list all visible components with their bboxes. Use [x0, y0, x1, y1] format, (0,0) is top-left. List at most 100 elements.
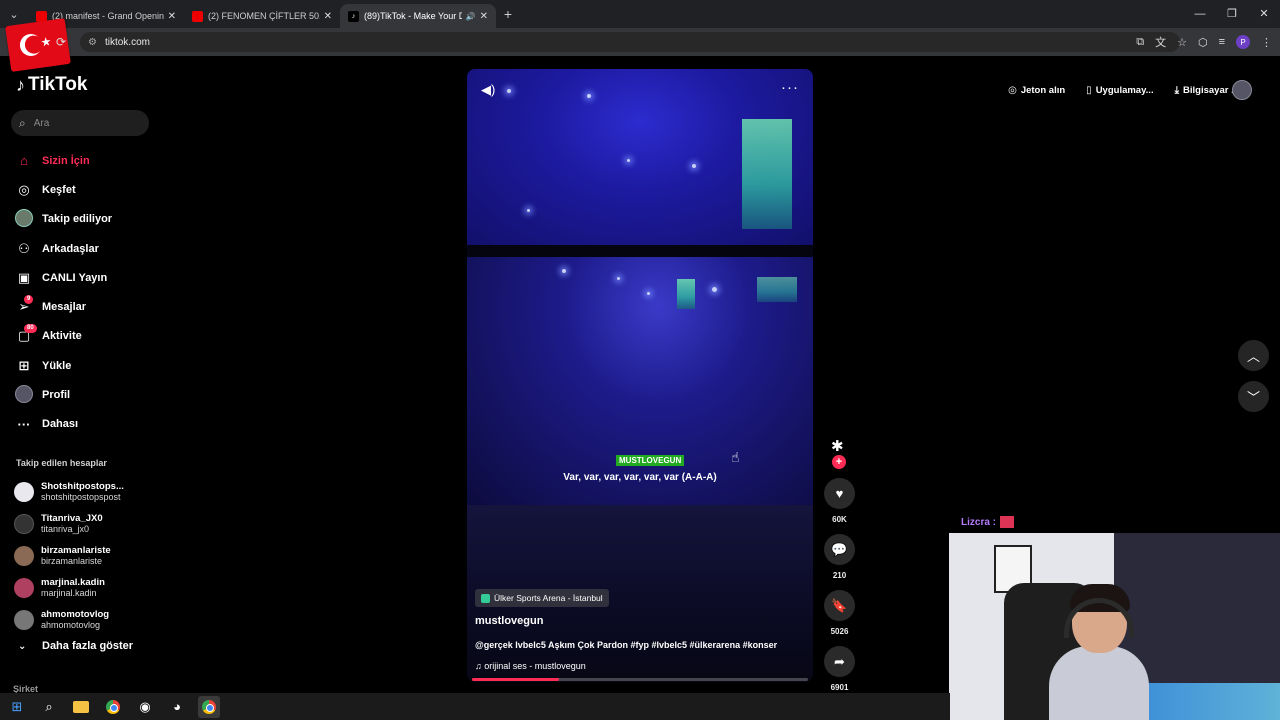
extensions-icon[interactable]: ⬡: [1198, 36, 1208, 49]
chrome-icon[interactable]: [102, 696, 124, 718]
sidebar-item-explore[interactable]: ◎ Keşfet: [14, 175, 112, 204]
video-progress-bar[interactable]: [472, 678, 808, 681]
sidebar-item-profile[interactable]: Profil: [14, 380, 112, 409]
video-author[interactable]: mustlovegun: [475, 615, 543, 627]
sidebar-item-friends[interactable]: ⚇ Arkadaşlar: [14, 234, 112, 263]
audio-playing-icon[interactable]: 🔊: [466, 12, 476, 21]
activity-icon: ▢ 80: [14, 324, 37, 344]
close-icon[interactable]: ✕: [324, 11, 332, 22]
sidebar-item-label: Dahası: [42, 418, 79, 431]
url-field[interactable]: ⚙ tiktok.com: [80, 32, 1180, 52]
search-box[interactable]: ⌕: [11, 110, 149, 136]
sidebar-item-activity[interactable]: ▢ 80 Aktivite: [14, 322, 112, 351]
main-menu: ⌂ Sizin İçin ◎ Keşfet Takip ediliyor ⚇ A…: [14, 146, 112, 439]
comment-count: 210: [832, 571, 847, 580]
top-right-actions: ◎ Jeton alın ▯ Uygulamay... ⤓ Bilgisayar ..…: [1002, 79, 1245, 101]
close-window-icon[interactable]: ✕: [1248, 0, 1280, 28]
search-input[interactable]: [33, 117, 134, 129]
site-info-icon[interactable]: ⚙: [88, 37, 97, 48]
account-name: Titanriva_JX0: [41, 513, 103, 524]
sidebar-item-label: Aktivite: [42, 330, 82, 343]
followed-account[interactable]: marjinal.kadin marjinal.kadin: [14, 572, 124, 604]
sidebar-item-messages[interactable]: ➢ 9 Mesajlar: [14, 292, 112, 321]
sidebar-item-for-you[interactable]: ⌂ Sizin İçin: [14, 146, 112, 175]
install-app-icon[interactable]: ⧉: [1136, 36, 1144, 49]
discord-icon[interactable]: ◕: [166, 696, 188, 718]
media-controls-icon[interactable]: ≡: [1219, 36, 1225, 48]
messages-icon: ➢ 9: [14, 295, 34, 315]
bookmark-icon[interactable]: 🔖: [824, 590, 855, 621]
translate-icon[interactable]: 文: [1155, 34, 1166, 50]
new-tab-button[interactable]: +: [496, 6, 520, 22]
location-label: Ülker Sports Arena - İstanbul: [494, 593, 603, 603]
share-action[interactable]: ➦ 6901: [823, 646, 856, 692]
follow-plus-icon[interactable]: +: [832, 455, 846, 469]
video-description[interactable]: @gerçek lvbelc5 Aşkım Çok Pardon #fyp #l…: [475, 640, 777, 650]
close-icon[interactable]: ✕: [168, 11, 176, 22]
sidebar-item-label: Yükle: [42, 359, 72, 372]
reload-icon[interactable]: ⟳: [56, 35, 66, 49]
brand-name: TikTok: [28, 74, 88, 95]
previous-video-button[interactable]: ︿: [1238, 340, 1269, 371]
search-icon[interactable]: ⌕: [38, 696, 60, 718]
video-frame-middle: [467, 257, 813, 505]
minimize-icon[interactable]: —: [1184, 0, 1216, 28]
music-link[interactable]: ♫ orijinal ses - mustlovegun: [475, 661, 586, 671]
sidebar-item-more[interactable]: ··· Dahası: [14, 410, 112, 439]
location-icon: [481, 593, 490, 603]
location-chip[interactable]: Ülker Sports Arena - İstanbul: [475, 589, 609, 607]
followed-account[interactable]: birzamanlariste birzamanlariste: [14, 540, 124, 572]
browser-tab-2[interactable]: (2) FENOMEN ÇİFTLER 50.000TL ✕: [184, 4, 340, 28]
sidebar-item-label: Profil: [42, 389, 71, 402]
account-name: marjinal.kadin: [41, 577, 105, 588]
obs-icon[interactable]: ◉: [134, 696, 156, 718]
profile-avatar[interactable]: P: [1236, 35, 1250, 49]
download-icon: ⤓: [1174, 84, 1180, 96]
file-explorer-icon[interactable]: [70, 696, 92, 718]
volume-icon[interactable]: ◀): [481, 82, 495, 98]
share-icon[interactable]: ➦: [824, 646, 855, 677]
coin-icon: ◎: [1008, 84, 1017, 96]
next-video-button[interactable]: ﹀: [1238, 381, 1269, 412]
creator-avatar[interactable]: ✱ +: [823, 434, 856, 469]
tiktok-logo[interactable]: ♪ TikTok: [16, 74, 87, 96]
user-avatar[interactable]: [1232, 80, 1252, 100]
sidebar-item-upload[interactable]: ⊞ Yükle: [14, 351, 112, 380]
avatar: [14, 578, 34, 598]
tab-title: (2) manifest - Grand Opening S: [52, 11, 164, 21]
sidebar: ♪ TikTok ⌕ ⌂ Sizin İçin ◎ Keşfet Takip e…: [0, 58, 160, 694]
followed-account[interactable]: Titanriva_JX0 titanriva_jx0: [14, 508, 124, 540]
heart-icon[interactable]: ♥: [824, 478, 855, 509]
get-coins-button[interactable]: ◎ Jeton alın: [1002, 79, 1071, 101]
avatar: [14, 610, 34, 630]
followed-account[interactable]: ahmomotovlog ahmomotovlog: [14, 604, 124, 636]
comment-action[interactable]: 💬 210: [823, 534, 856, 580]
avatar: [14, 514, 34, 534]
sidebar-item-following[interactable]: Takip ediliyor: [14, 205, 112, 234]
bookmark-star-icon[interactable]: ☆: [1177, 36, 1187, 49]
caption-text: Var, var, var, var, var, var (A-A-A): [563, 472, 717, 483]
close-icon[interactable]: ✕: [480, 11, 488, 22]
browser-tab-3[interactable]: ♪ (89)TikTok - Make Your Day 🔊 ✕: [340, 4, 496, 28]
restore-icon[interactable]: ❐: [1216, 0, 1248, 28]
chevron-down-icon: ﹀: [1246, 390, 1260, 405]
followed-accounts-list: Shotshitpostops... shotshitpostopspost Ti…: [14, 476, 124, 636]
search-icon[interactable]: ⌕: [19, 116, 26, 131]
like-action[interactable]: ♥ 60K: [823, 478, 856, 524]
followed-account[interactable]: Shotshitpostops... shotshitpostopspost: [14, 476, 124, 508]
video-actions: ✱ + ♥ 60K 💬 210 🔖 5026 ➦ 6901: [823, 434, 856, 692]
account-handle: titanriva_jx0: [41, 524, 90, 534]
more-options-icon[interactable]: ···: [781, 79, 799, 96]
save-action[interactable]: 🔖 5026: [823, 590, 856, 636]
windows-start-icon[interactable]: ⊞: [6, 696, 28, 718]
video-player[interactable]: ◀) ··· MUSTLOVEGUN Var, var, var, var, v…: [467, 69, 813, 682]
browser-menu-icon[interactable]: ⋮: [1261, 36, 1272, 49]
show-more-button[interactable]: ⌄ Daha fazla göster: [18, 640, 133, 652]
tiktok-icon: ♪: [348, 10, 359, 22]
sidebar-item-label: Arkadaşlar: [42, 242, 99, 255]
chrome-active-icon[interactable]: [198, 695, 220, 718]
sidebar-item-live[interactable]: ▣ CANLI Yayın: [14, 263, 112, 292]
chevron-down-icon: ⌄: [18, 640, 27, 652]
comment-icon[interactable]: 💬: [824, 534, 855, 565]
get-app-button[interactable]: ▯ Uygulamay...: [1080, 79, 1159, 101]
